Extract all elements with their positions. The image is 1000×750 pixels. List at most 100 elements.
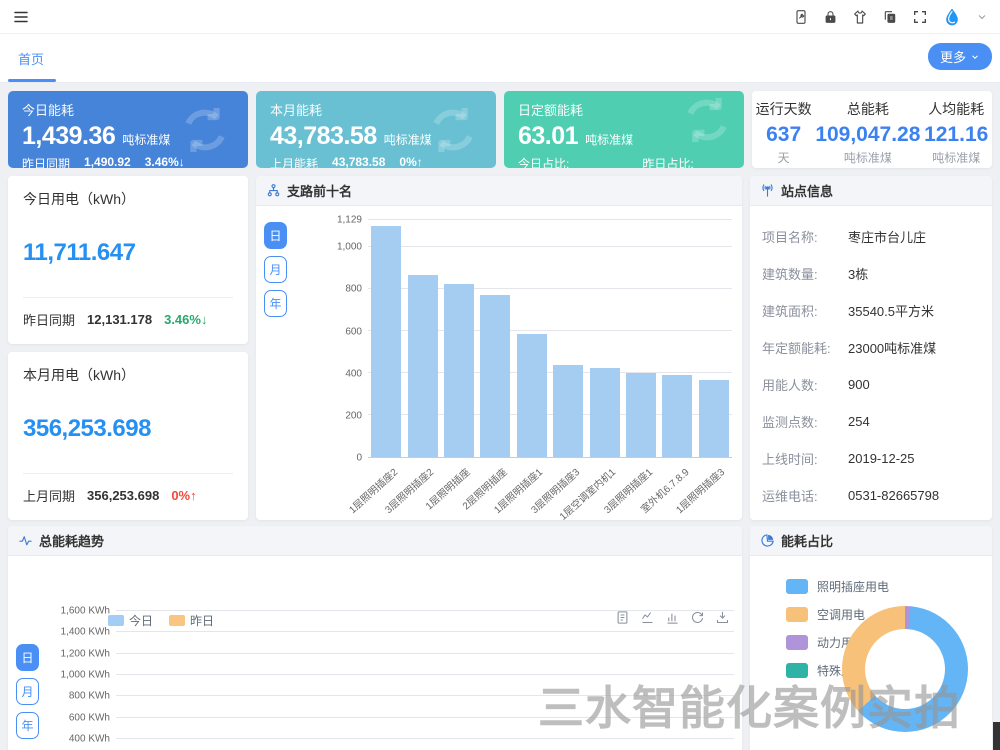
month-electricity-card: 本月用电（kWh） 356,253.698 上月同期356,253.6980%↑	[8, 352, 248, 520]
card-pct: 0%↑	[399, 155, 422, 168]
panel-title: 能耗占比	[781, 531, 833, 550]
site-info-row: 用能人数:900	[762, 366, 980, 403]
energy-share-panel: 能耗占比 照明插座用电空调用电动力用电特殊用电	[750, 526, 992, 750]
panel-header: 能耗占比	[750, 526, 992, 556]
panel-title: 站点信息	[781, 181, 833, 200]
y-tick-label: 0	[356, 453, 362, 464]
site-info-value: 枣庄市台儿庄	[848, 227, 926, 246]
y-tick-label: 1,129	[337, 215, 362, 226]
stat-unit: 天	[756, 149, 812, 166]
y-tick-label: 400 KWh	[69, 734, 110, 745]
card-sub1: 今日占比: 2,284.2%	[518, 155, 600, 168]
card-sub1-label: 今日占比:	[518, 157, 569, 168]
period-button-0[interactable]: 日	[16, 644, 39, 671]
copy-icon[interactable]	[882, 9, 898, 25]
site-info-list: 项目名称:枣庄市台儿庄建筑数量:3栋建筑面积:35540.5平方米年定额能耗:2…	[750, 206, 992, 514]
donut-hole	[865, 629, 945, 709]
branch-bar[interactable]	[553, 365, 583, 457]
branch-bar[interactable]	[590, 368, 620, 457]
branch-bar[interactable]	[626, 373, 656, 457]
recycle-icon	[676, 91, 738, 151]
today-energy-card: 今日能耗 1,439.36吨标准煤 昨日同期1,490.923.46%↓	[8, 91, 248, 168]
panel-header: 站点信息	[750, 176, 992, 206]
branch-x-axis-labels: 1层照明插座23层照明插座21层照明插座2层照明插座1层照明插座13层照明插座3…	[368, 458, 732, 520]
elec-sub-value: 12,131.178	[87, 312, 152, 327]
theme-icon[interactable]	[852, 9, 868, 25]
branch-bar[interactable]	[408, 275, 438, 457]
legend-swatch	[786, 663, 808, 678]
branch-bar[interactable]	[444, 284, 474, 457]
scrollbar-thumb[interactable]	[993, 722, 1000, 750]
trend-chart-plot	[116, 600, 734, 750]
legend-label: 照明插座用电	[817, 578, 889, 595]
panel-header: 总能耗趋势	[8, 526, 742, 556]
fullscreen-icon[interactable]	[912, 9, 928, 25]
y-tick-label: 400	[345, 368, 362, 379]
y-tick-label: 800	[345, 284, 362, 295]
legend-item[interactable]: 照明插座用电	[786, 572, 889, 600]
y-tick-label: 1,000 KWh	[61, 669, 110, 680]
period-button-1[interactable]: 月	[16, 678, 39, 705]
elec-sub-label: 上月同期	[23, 486, 75, 505]
branch-chart-plot	[368, 220, 732, 458]
menu-toggle[interactable]	[12, 8, 30, 26]
period-button-0[interactable]: 日	[264, 222, 287, 249]
site-info-value: 23000吨标准煤	[848, 338, 936, 357]
card-sub-label: 昨日同期	[22, 155, 70, 168]
branch-bar[interactable]	[517, 334, 547, 457]
lock-icon[interactable]	[823, 9, 838, 25]
elec-sub-value: 356,253.698	[87, 488, 159, 503]
branch-period-buttons: 日月年	[264, 222, 287, 317]
legend-swatch	[786, 579, 808, 594]
more-button[interactable]: 更多	[928, 43, 992, 70]
elec-title: 今日用电（kWh）	[23, 189, 233, 209]
branch-bar[interactable]	[699, 380, 729, 457]
branch-bar[interactable]	[480, 295, 510, 457]
panel-title: 支路前十名	[287, 181, 352, 200]
stat-unit: 吨标准煤	[815, 149, 920, 166]
branch-bar[interactable]	[662, 375, 692, 457]
hamburger-icon	[12, 8, 30, 26]
period-button-2[interactable]: 年	[264, 290, 287, 317]
site-info-row: 项目名称:枣庄市台儿庄	[762, 218, 980, 255]
stat-per-capita: 人均能耗 121.16 吨标准煤	[924, 99, 988, 166]
card-sub-value: 43,783.58	[332, 155, 385, 168]
site-info-label: 上线时间:	[762, 449, 848, 468]
stat-total-energy: 总能耗 109,047.28 吨标准煤	[815, 99, 920, 166]
tab-home[interactable]: 首页	[18, 34, 44, 82]
quota-energy-card: 日定额能耗 63.01吨标准煤 今日占比: 2,284.2% 昨日占比: 2,3…	[504, 91, 744, 168]
site-info-label: 建筑数量:	[762, 264, 848, 283]
pulse-icon	[18, 533, 33, 548]
y-tick-label: 1,000	[337, 242, 362, 253]
summary-stats-panel: 运行天数 637 天 总能耗 109,047.28 吨标准煤 人均能耗 121.…	[752, 91, 992, 168]
card-sub2-label: 昨日占比:	[642, 157, 693, 168]
chevron-down-icon	[970, 52, 980, 62]
brand-logo[interactable]	[942, 7, 962, 27]
y-tick-label: 1,200 KWh	[61, 648, 110, 659]
stat-value: 121.16	[924, 122, 988, 147]
period-button-2[interactable]: 年	[16, 712, 39, 739]
card-value: 63.01	[518, 122, 578, 151]
trend-period-buttons: 日月年	[16, 644, 39, 739]
chevron-down-icon[interactable]	[976, 11, 988, 23]
site-info-value: 2019-12-25	[848, 451, 915, 466]
card-value: 1,439.36	[22, 122, 115, 151]
antenna-icon	[760, 183, 775, 198]
site-info-row: 年定额能耗:23000吨标准煤	[762, 329, 980, 366]
period-button-1[interactable]: 月	[264, 256, 287, 283]
stat-value: 109,047.28	[815, 122, 920, 147]
today-electricity-card: 今日用电（kWh） 11,711.647 昨日同期12,131.1783.46%…	[8, 176, 248, 344]
elec-pct: 3.46%↓	[164, 312, 207, 327]
branch-bar[interactable]	[371, 226, 401, 457]
stat-unit: 吨标准煤	[924, 149, 988, 166]
maintenance-icon[interactable]	[793, 9, 809, 25]
month-energy-card: 本月能耗 43,783.58吨标准煤 上月能耗43,783.580%↑	[256, 91, 496, 168]
y-tick-label: 600 KWh	[69, 712, 110, 723]
site-info-value: 254	[848, 414, 870, 429]
site-info-label: 项目名称:	[762, 227, 848, 246]
legend-swatch	[786, 635, 808, 650]
site-info-value: 0531-82665798	[848, 488, 939, 503]
energy-share-donut[interactable]	[842, 606, 968, 732]
site-info-label: 建筑面积:	[762, 301, 848, 320]
elec-value: 356,253.698	[23, 415, 233, 443]
